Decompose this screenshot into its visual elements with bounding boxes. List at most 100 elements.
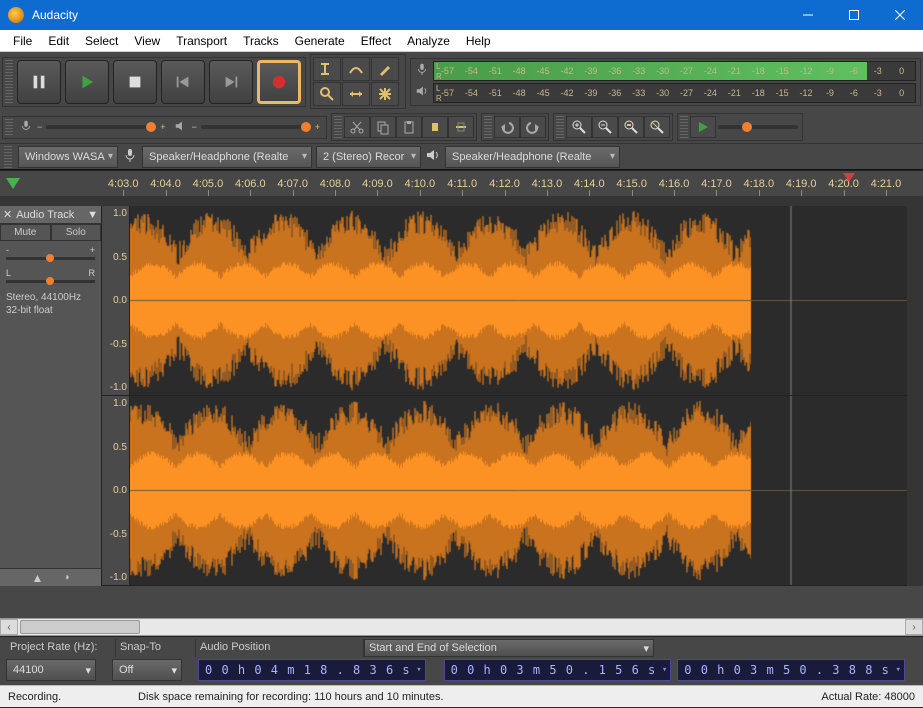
mixer-toolbar: − + − + <box>2 116 327 139</box>
status-disk: Disk space remaining for recording: 110 … <box>138 691 755 703</box>
menu-transport[interactable]: Transport <box>168 32 235 50</box>
status-rate: Actual Rate: 48000 <box>755 691 915 703</box>
project-rate-select[interactable]: 44100 <box>6 659 96 681</box>
meter-toolbar: LR-57-54-51-48-45-42-39-36-33-30-27-24-2… <box>410 58 921 106</box>
track-area: ✕ Audio Track ▼ Mute Solo -+ LR Stereo, … <box>0 206 923 586</box>
snap-to-label: Snap-To <box>116 639 196 657</box>
pan-slider[interactable]: LR <box>0 264 101 287</box>
close-button[interactable] <box>877 0 923 30</box>
paste-button[interactable] <box>396 116 422 138</box>
grip-icon[interactable] <box>5 119 13 136</box>
trim-button[interactable] <box>422 116 448 138</box>
track-name: Audio Track <box>16 209 74 221</box>
recording-channels-select[interactable]: 2 (Stereo) Recor <box>316 146 421 168</box>
multi-tool[interactable] <box>371 82 399 106</box>
speaker-icon <box>425 147 441 166</box>
track-collapse-button[interactable]: ▲ ◑ <box>0 568 101 586</box>
grip-icon[interactable] <box>680 116 688 138</box>
scroll-thumb[interactable] <box>20 620 140 634</box>
scroll-left-button[interactable]: ‹ <box>0 619 18 635</box>
menu-tracks[interactable]: Tracks <box>235 32 287 50</box>
timeshift-tool[interactable] <box>342 82 370 106</box>
playback-meter[interactable]: LR-57-54-51-48-45-42-39-36-33-30-27-24-2… <box>433 83 916 103</box>
audio-position-label: Audio Position <box>196 639 364 657</box>
draw-tool[interactable] <box>371 57 399 81</box>
menu-analyze[interactable]: Analyze <box>399 32 458 50</box>
selection-mode-select[interactable]: Start and End of Selection <box>364 639 654 657</box>
fit-selection-button[interactable] <box>618 116 644 138</box>
grip-icon[interactable] <box>556 116 564 138</box>
menu-file[interactable]: File <box>5 32 40 50</box>
skip-end-button[interactable] <box>209 60 253 104</box>
empty-track-space[interactable] <box>0 586 923 618</box>
scroll-right-button[interactable]: › <box>905 619 923 635</box>
close-track-icon[interactable]: ✕ <box>3 208 12 221</box>
skip-start-button[interactable] <box>161 60 205 104</box>
selection-tool[interactable] <box>313 57 341 81</box>
amplitude-scale: 1.00.50.0-0.5-1.0 1.00.50.0-0.5-1.0 <box>102 206 130 586</box>
window-title: Audacity <box>32 8 785 22</box>
maximize-button[interactable] <box>831 0 877 30</box>
pause-button[interactable] <box>17 60 61 104</box>
track-header[interactable]: ✕ Audio Track ▼ <box>0 206 101 224</box>
zoom-out-button[interactable] <box>592 116 618 138</box>
edit-toolbar <box>331 113 477 141</box>
grip-icon[interactable] <box>5 60 13 104</box>
horizontal-scrollbar[interactable]: ‹ › <box>0 618 923 636</box>
playback-speed-slider[interactable] <box>716 125 800 129</box>
tools-toolbar <box>310 54 406 109</box>
zoom-toolbar <box>553 113 673 141</box>
playback-device-select[interactable]: Speaker/Headphone (Realte <box>445 146 620 168</box>
recording-meter[interactable]: LR-57-54-51-48-45-42-39-36-33-30-27-24-2… <box>433 61 916 81</box>
timeline-ruler[interactable]: 4:03.04:04.04:05.04:06.04:07.04:08.04:09… <box>0 170 923 196</box>
title-bar: Audacity <box>0 0 923 30</box>
playback-volume-slider[interactable]: − + <box>170 119 325 136</box>
undo-button[interactable] <box>494 116 520 138</box>
transport-toolbar <box>2 57 306 107</box>
mic-icon <box>415 62 429 79</box>
solo-button[interactable]: Solo <box>51 224 102 241</box>
project-rate-label: Project Rate (Hz): <box>6 639 116 657</box>
menu-effect[interactable]: Effect <box>353 32 399 50</box>
status-bar: Recording. Disk space remaining for reco… <box>0 685 923 707</box>
zoom-in-button[interactable] <box>566 116 592 138</box>
menu-view[interactable]: View <box>126 32 168 50</box>
selection-start-field[interactable]: 0 0 h 0 3 m 5 0 . 1 5 6 s <box>444 659 672 681</box>
grip-icon[interactable] <box>334 116 342 138</box>
zoom-tool[interactable] <box>313 82 341 106</box>
play-at-speed-button[interactable] <box>690 116 716 138</box>
audio-position-field[interactable]: 0 0 h 0 4 m 1 8 . 8 3 6 s <box>198 659 426 681</box>
menu-edit[interactable]: Edit <box>40 32 77 50</box>
snap-to-select[interactable]: Off <box>112 659 182 681</box>
collapse-icon: ▲ <box>32 571 44 585</box>
playhead-icon[interactable] <box>6 178 20 189</box>
recording-volume-slider[interactable]: − + <box>15 119 170 136</box>
stop-button[interactable] <box>113 60 157 104</box>
grip-icon[interactable] <box>484 116 492 138</box>
silence-button[interactable] <box>448 116 474 138</box>
menu-help[interactable]: Help <box>458 32 499 50</box>
track-control-panel: ✕ Audio Track ▼ Mute Solo -+ LR Stereo, … <box>0 206 102 586</box>
envelope-tool[interactable] <box>342 57 370 81</box>
audio-host-select[interactable]: Windows WASA <box>18 146 118 168</box>
menu-select[interactable]: Select <box>77 32 126 50</box>
play-button[interactable] <box>65 60 109 104</box>
grip-icon[interactable] <box>4 146 12 168</box>
recording-device-select[interactable]: Speaker/Headphone (Realte <box>142 146 312 168</box>
mute-button[interactable]: Mute <box>0 224 51 241</box>
selection-toolbar: Project Rate (Hz): Snap-To Audio Positio… <box>0 636 923 685</box>
cut-button[interactable] <box>344 116 370 138</box>
track-menu-icon[interactable]: ▼ <box>87 209 98 221</box>
track-settings-icon[interactable]: ◑ <box>63 572 69 583</box>
waveform-display[interactable] <box>130 206 907 586</box>
record-button[interactable] <box>257 60 301 104</box>
selection-end-field[interactable]: 0 0 h 0 3 m 5 0 . 3 8 8 s <box>677 659 905 681</box>
fit-project-button[interactable] <box>644 116 670 138</box>
gain-slider[interactable]: -+ <box>0 241 101 264</box>
minimize-button[interactable] <box>785 0 831 30</box>
copy-button[interactable] <box>370 116 396 138</box>
redo-button[interactable] <box>520 116 546 138</box>
toolbar-zone: LR-57-54-51-48-45-42-39-36-33-30-27-24-2… <box>0 52 923 170</box>
speaker-icon <box>415 84 429 101</box>
menu-generate[interactable]: Generate <box>287 32 353 50</box>
